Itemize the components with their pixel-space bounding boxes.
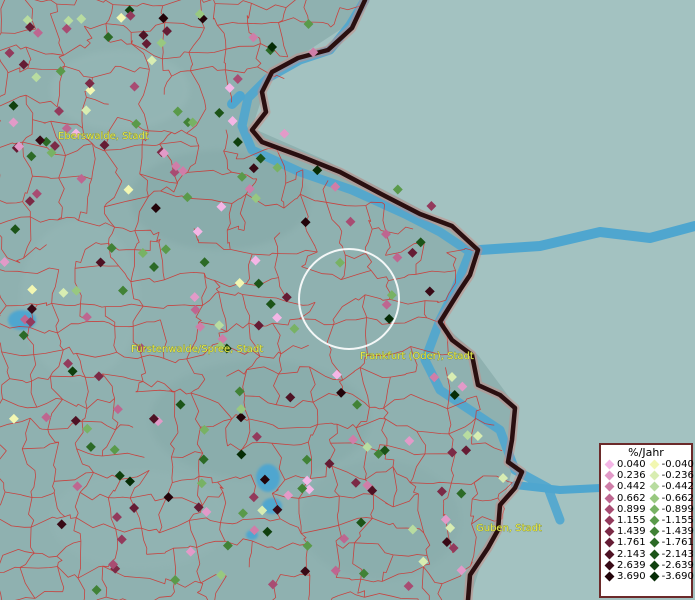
legend-item-negative: -1.155 <box>648 515 694 526</box>
legend-item-negative: -2.639 <box>648 560 694 571</box>
legend-item-positive: 0.662 <box>603 493 646 504</box>
legend-label: 0.236 <box>617 470 646 482</box>
legend-swatch <box>649 549 660 560</box>
legend-label: -0.442 <box>661 481 694 493</box>
legend-label: -2.639 <box>661 559 694 571</box>
legend-swatch <box>649 493 660 504</box>
legend-swatch <box>604 493 615 504</box>
legend-swatch <box>649 537 660 548</box>
legend-swatch <box>649 459 660 470</box>
legend-label: -0.662 <box>661 492 694 504</box>
legend-swatch <box>604 482 615 492</box>
legend-item-negative: -0.236 <box>648 470 694 481</box>
legend-swatch <box>604 560 615 571</box>
legend-item-negative: -0.040 <box>648 459 694 470</box>
legend-swatch <box>604 504 615 515</box>
legend-swatch <box>604 549 615 560</box>
legend-label: 0.442 <box>617 481 646 493</box>
legend-label: 3.690 <box>617 570 646 582</box>
legend-label: 0.662 <box>617 492 646 504</box>
legend-swatch <box>649 482 660 492</box>
legend-label: 2.639 <box>617 559 646 571</box>
legend-label: 0.899 <box>617 503 646 515</box>
legend-label: -0.040 <box>661 459 694 471</box>
label-fuerstenwalde: Fürstenwalde/Spree, Stadt <box>131 344 263 355</box>
legend-item-positive: 1.155 <box>603 515 646 526</box>
legend-label: -1.439 <box>661 526 694 538</box>
legend-swatch <box>649 470 660 481</box>
legend-swatch <box>649 515 660 526</box>
legend-item-positive: 2.143 <box>603 549 646 560</box>
legend-item-negative: -3.690 <box>648 571 694 582</box>
legend-label: 1.155 <box>617 515 646 527</box>
legend: %/Jahr 0.040 -0.040 0.236 -0.236 0.442 -0.442… <box>599 443 694 598</box>
legend-entries: 0.040 -0.040 0.236 -0.236 0.442 -0.442 0.662 -0… <box>601 459 694 582</box>
legend-label: -0.236 <box>661 470 694 482</box>
legend-item-negative: -0.662 <box>648 493 694 504</box>
legend-label: 1.761 <box>617 537 646 549</box>
legend-label: 1.439 <box>617 526 646 538</box>
legend-swatch <box>604 571 615 582</box>
legend-label: 0.040 <box>617 459 646 471</box>
map-view[interactable]: Eberswalde, Stadt Fürstenwalde/Spree, St… <box>0 0 695 600</box>
legend-item-positive: 1.439 <box>603 526 646 537</box>
legend-item-positive: 0.236 <box>603 470 646 481</box>
legend-swatch <box>649 526 660 537</box>
legend-title: %/Jahr <box>628 446 664 459</box>
legend-label: -1.155 <box>661 515 694 527</box>
label-frankfurt-oder: Frankfurt (Oder), Stadt <box>360 351 474 362</box>
legend-swatch <box>649 504 660 515</box>
legend-item-negative: -2.143 <box>648 549 694 560</box>
legend-swatch <box>649 560 660 571</box>
legend-item-negative: -0.899 <box>648 504 694 515</box>
legend-swatch <box>604 537 615 548</box>
legend-label: -2.143 <box>661 548 694 560</box>
legend-item-negative: -1.439 <box>648 526 694 537</box>
legend-swatch <box>604 515 615 526</box>
legend-label: -3.690 <box>661 570 694 582</box>
legend-item-positive: 0.040 <box>603 459 646 470</box>
legend-swatch <box>604 526 615 537</box>
legend-item-positive: 0.899 <box>603 504 646 515</box>
legend-swatch <box>604 459 615 470</box>
legend-label: -1.761 <box>661 537 694 549</box>
label-guben: Guben, Stadt <box>476 523 542 534</box>
legend-label: -0.899 <box>661 503 694 515</box>
legend-item-positive: 2.639 <box>603 560 646 571</box>
legend-swatch <box>604 470 615 481</box>
legend-item-negative: -0.442 <box>648 481 694 492</box>
label-eberswalde: Eberswalde, Stadt <box>58 131 149 142</box>
legend-item-positive: 0.442 <box>603 481 646 492</box>
map-canvas: Eberswalde, Stadt Fürstenwalde/Spree, St… <box>0 0 695 600</box>
legend-item-positive: 1.761 <box>603 537 646 548</box>
legend-item-negative: -1.761 <box>648 537 694 548</box>
legend-swatch <box>649 571 660 582</box>
legend-label: 2.143 <box>617 548 646 560</box>
legend-item-positive: 3.690 <box>603 571 646 582</box>
